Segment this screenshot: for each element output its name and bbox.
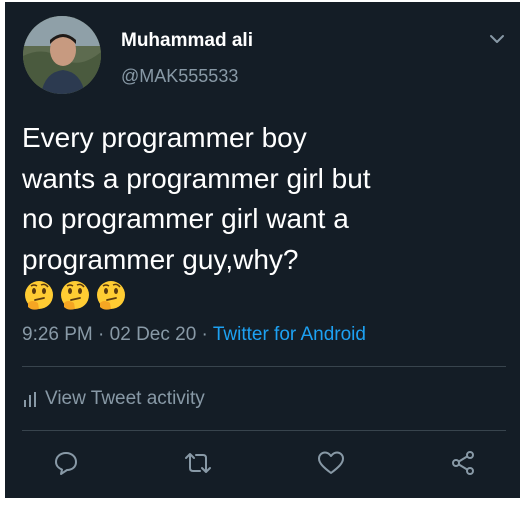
tweet-text-line: no programmer girl want a [22,203,349,235]
tweet-card: Muhammad ali @MAK555533 Every programmer… [5,2,520,498]
tweet-text-line: Every programmer boy [22,122,307,153]
tweet-time[interactable]: 9:26 PM [22,324,93,345]
reply-icon[interactable] [53,450,79,476]
meta-separator: · [196,324,213,345]
activity-label: View Tweet activity [45,388,205,409]
display-name[interactable]: Muhammad ali [121,30,253,52]
action-bar [53,448,476,478]
divider [22,430,506,431]
tweet-text-line: wants a programmer girl but [22,162,371,194]
emoji-row [22,279,128,315]
meta-separator: · [92,324,110,345]
tweet-text-line: programmer guy,why? [22,243,299,275]
heart-icon[interactable] [317,450,345,476]
user-handle[interactable]: @MAK555533 [121,66,238,87]
avatar[interactable] [23,16,101,94]
tweet-text: Every programmer boy wants a programmer … [22,118,502,280]
tweet-date[interactable]: 02 Dec 20 [110,324,197,345]
chevron-down-icon[interactable] [488,30,506,48]
divider [22,366,506,367]
bar-chart-icon [24,392,36,407]
share-icon[interactable] [450,450,476,476]
view-tweet-activity-link[interactable]: View Tweet activity [23,388,205,410]
retweet-icon[interactable] [184,450,212,476]
tweet-source-link[interactable]: Twitter for Android [213,324,366,345]
thinking-face-icon [61,281,89,310]
thinking-face-icon [25,281,53,310]
tweet-meta: 9:26 PM · 02 Dec 20 · Twitter for Androi… [22,324,366,346]
thinking-face-icon [97,281,125,310]
